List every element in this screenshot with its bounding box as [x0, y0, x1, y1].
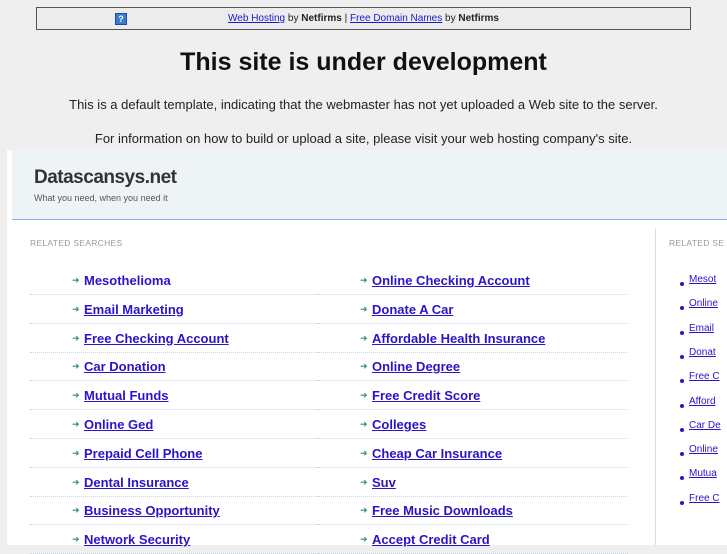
site-header: Datascansys.net What you need, when you …	[12, 150, 727, 220]
search-row: ➜ Suv	[318, 468, 628, 497]
side-search-link[interactable]: Mesot	[689, 274, 716, 285]
side-search-link[interactable]: Donat	[689, 347, 716, 358]
related-search-link[interactable]: Online Ged	[84, 417, 153, 432]
arrow-icon: ➜	[360, 419, 368, 429]
search-row: ➜ Business Opportunity	[30, 496, 318, 526]
by-text: by	[285, 13, 302, 24]
related-search-link[interactable]: Business Opportunity	[84, 503, 220, 518]
arrow-icon: ➜	[72, 303, 80, 314]
search-row: ➜ Dental Insurance	[30, 468, 318, 497]
related-search-link[interactable]: Donate A Car	[372, 302, 453, 317]
arrow-icon: ➜	[360, 534, 368, 545]
search-row: ➜ Mutual Funds	[30, 381, 318, 411]
free-domain-link[interactable]: Free Domain Names	[350, 13, 442, 24]
arrow-icon: ➜	[360, 361, 368, 372]
arrow-icon: ➜	[360, 303, 368, 314]
parked-panel: Datascansys.net What you need, when you …	[7, 150, 727, 554]
by-text: by	[442, 13, 459, 24]
search-row: ➜ Online Ged	[30, 410, 318, 439]
related-search-link[interactable]: Online Checking Account	[372, 273, 530, 288]
side-search-link[interactable]: Email	[689, 323, 714, 334]
brand-text: Netfirms	[458, 13, 499, 24]
side-search-link[interactable]: Online	[689, 298, 718, 309]
arrow-icon: ➜	[360, 275, 368, 285]
bullet-icon	[680, 330, 684, 335]
default-template-text: This is a default template, indicating t…	[69, 97, 658, 112]
bullet-icon	[680, 306, 684, 311]
related-search-link[interactable]: Mutual Funds	[84, 388, 169, 403]
related-searches-label: RELATED SEARCHES	[30, 238, 123, 248]
arrow-icon: ➜	[360, 505, 368, 516]
help-icon[interactable]: ?	[115, 13, 127, 25]
site-tagline: What you need, when you need it	[34, 193, 168, 203]
related-search-link[interactable]: Mesothelioma	[84, 273, 171, 288]
related-search-link[interactable]: Dental Insurance	[84, 475, 189, 490]
related-search-link[interactable]: Free Checking Account	[84, 331, 229, 346]
related-search-link[interactable]: Email Marketing	[84, 302, 184, 317]
bullet-icon	[680, 379, 684, 384]
arrow-icon: ➜	[360, 332, 368, 343]
related-search-link[interactable]: Free Credit Score	[372, 388, 480, 403]
column-divider	[655, 228, 656, 545]
side-search-link[interactable]: Afford	[689, 396, 716, 407]
related-searches-side-label: RELATED SE	[669, 238, 725, 248]
bullet-icon	[680, 500, 684, 505]
related-search-link[interactable]: Cheap Car Insurance	[372, 446, 502, 461]
arrow-icon: ➜	[72, 275, 80, 285]
search-row: ➜ Car Donation	[30, 352, 318, 382]
side-search-link[interactable]: Free C	[689, 493, 720, 504]
search-row: ➜ Mesothelioma	[30, 266, 318, 295]
search-row: ➜ Cheap Car Insurance	[318, 439, 628, 468]
search-row: ➜ Accept Credit Card	[318, 525, 628, 554]
side-search-link[interactable]: Online	[689, 444, 718, 455]
info-text: For information on how to build or uploa…	[94, 131, 633, 146]
search-row: ➜ Free Music Downloads	[318, 496, 628, 526]
arrow-icon: ➜	[360, 476, 368, 487]
search-row: ➜ Online Checking Account	[318, 266, 628, 295]
bullet-icon	[680, 476, 684, 481]
related-search-link[interactable]: Suv	[372, 475, 396, 490]
web-hosting-link[interactable]: Web Hosting	[228, 13, 285, 24]
netfirms-banner: ? Web Hosting by Netfirms | Free Domain …	[36, 7, 691, 30]
arrow-icon: ➜	[72, 534, 80, 545]
page-title: This site is under development	[180, 48, 547, 76]
search-row: ➜ Donate A Car	[318, 295, 628, 324]
search-row: ➜ Email Marketing	[30, 295, 318, 324]
side-search-link[interactable]: Mutua	[689, 468, 717, 479]
related-search-link[interactable]: Affordable Health Insurance	[372, 331, 545, 346]
site-name: Datascansys.net	[34, 167, 177, 188]
arrow-icon: ➜	[72, 332, 80, 343]
related-search-link[interactable]: Free Music Downloads	[372, 503, 513, 518]
arrow-icon: ➜	[72, 476, 80, 487]
arrow-icon: ➜	[72, 505, 80, 516]
arrow-icon: ➜	[72, 419, 80, 429]
search-row: ➜ Prepaid Cell Phone	[30, 439, 318, 468]
bullet-icon	[680, 452, 684, 457]
related-search-link[interactable]: Online Degree	[372, 359, 460, 374]
bullet-icon	[680, 354, 684, 359]
related-search-link[interactable]: Car Donation	[84, 359, 166, 374]
brand-text: Netfirms	[301, 13, 342, 24]
arrow-icon: ➜	[72, 390, 80, 401]
search-row: ➜ Free Credit Score	[318, 381, 628, 411]
arrow-icon: ➜	[360, 390, 368, 401]
arrow-icon: ➜	[360, 447, 368, 458]
search-row: ➜ Network Security	[30, 525, 318, 554]
arrow-icon: ➜	[72, 447, 80, 458]
side-search-link[interactable]: Free C	[689, 371, 720, 382]
related-search-link[interactable]: Colleges	[372, 417, 426, 432]
bullet-icon	[680, 403, 684, 408]
bullet-icon	[680, 427, 684, 432]
separator: |	[341, 13, 350, 24]
search-row: ➜ Free Checking Account	[30, 324, 318, 353]
search-row: ➜ Colleges	[318, 410, 628, 439]
side-search-link[interactable]: Car De	[689, 420, 721, 431]
bullet-icon	[680, 282, 684, 286]
arrow-icon: ➜	[72, 361, 80, 372]
search-row: ➜ Online Degree	[318, 352, 628, 382]
related-search-link[interactable]: Prepaid Cell Phone	[84, 446, 202, 461]
search-row: ➜ Affordable Health Insurance	[318, 324, 628, 353]
